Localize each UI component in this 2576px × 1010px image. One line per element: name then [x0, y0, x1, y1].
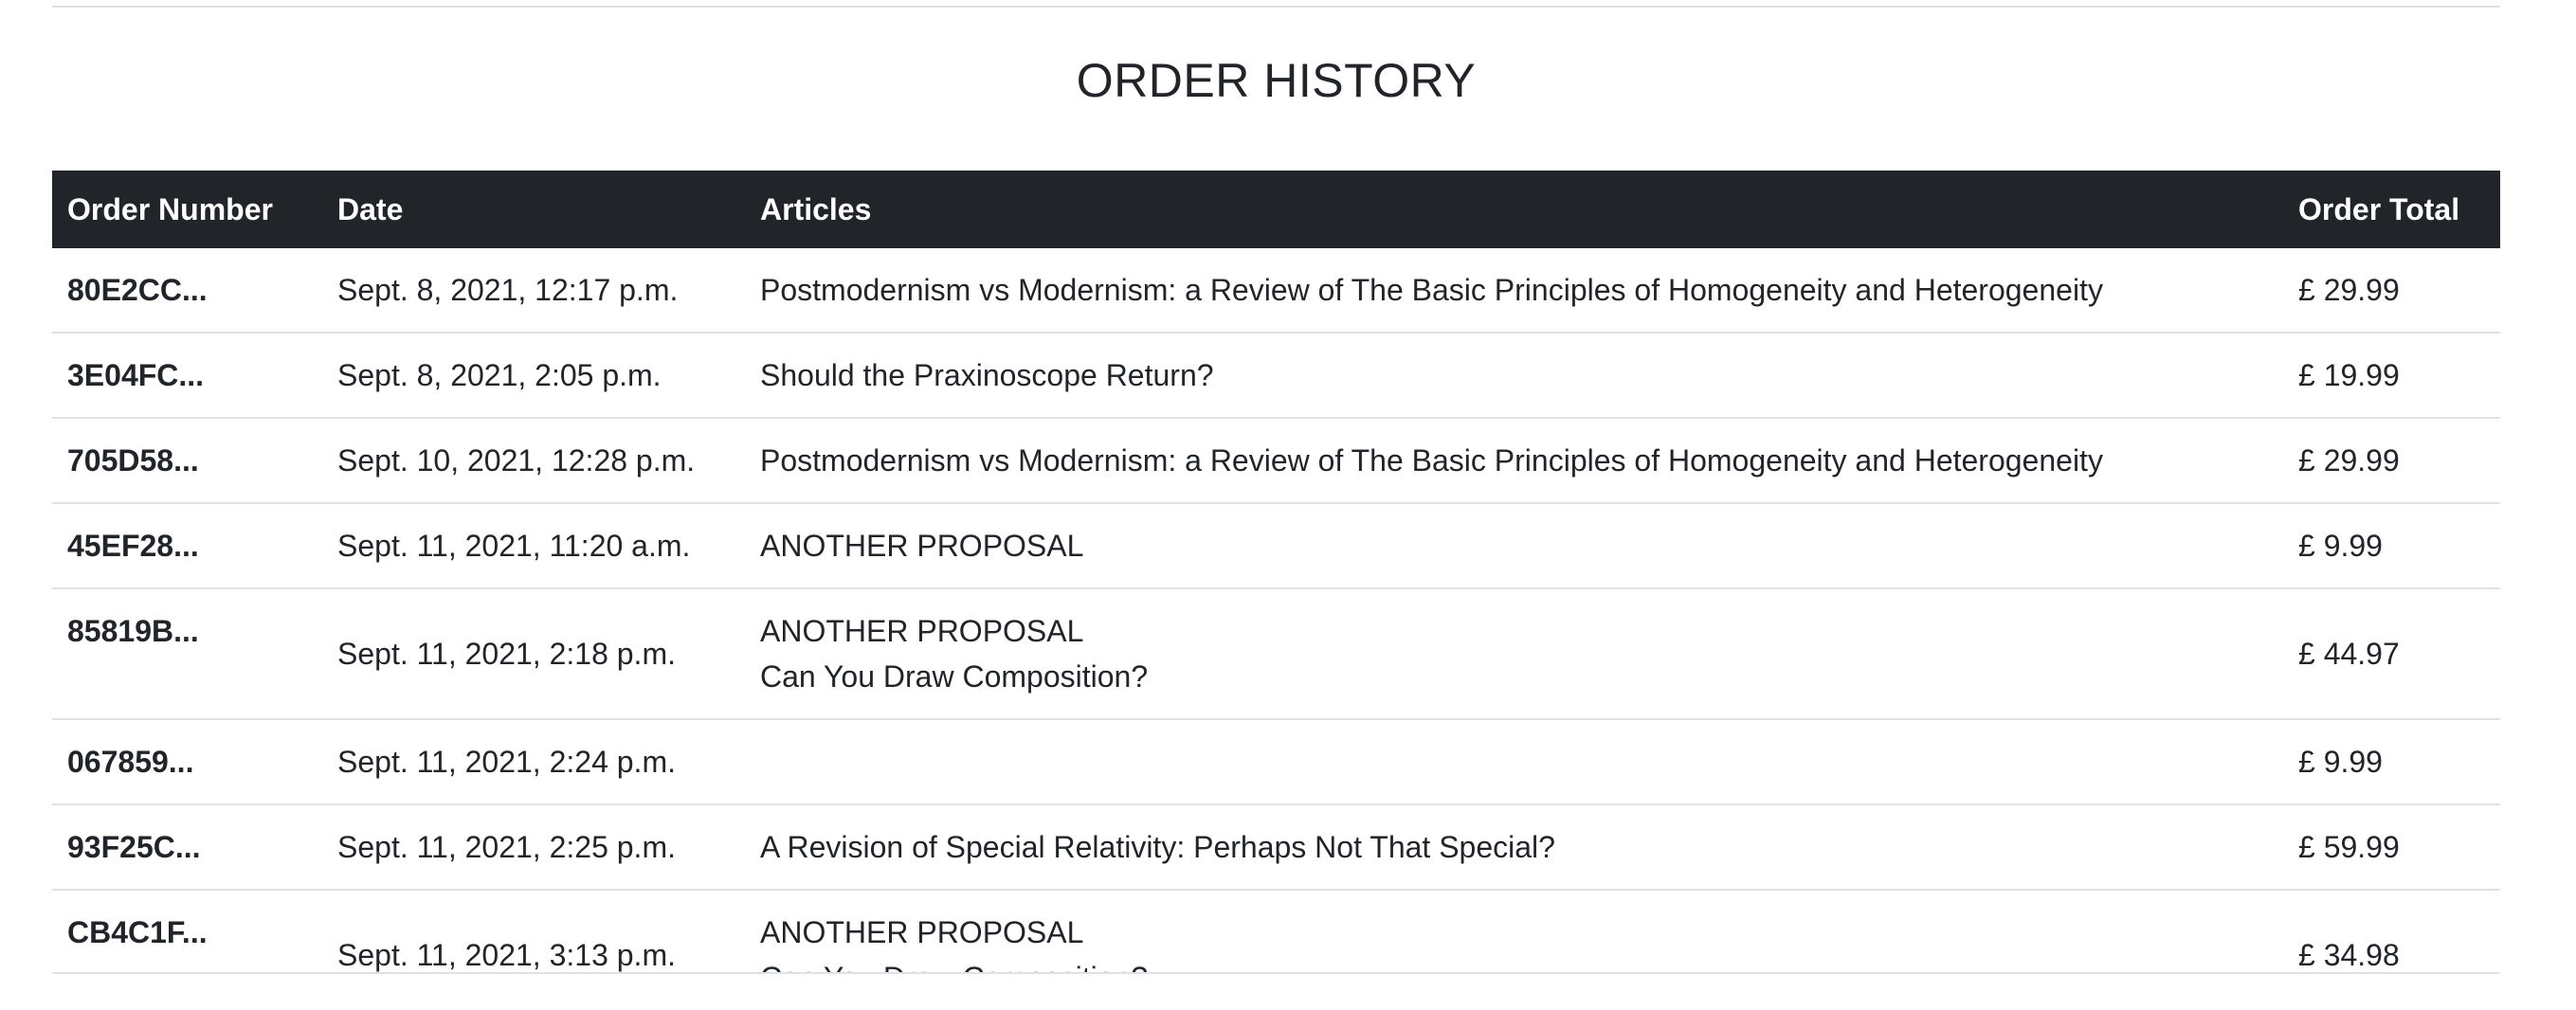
article-title: Postmodernism vs Modernism: a Review of … [760, 443, 2103, 478]
table-row: 45EF28... Sept. 11, 2021, 11:20 a.m. ANOTH… [52, 503, 2500, 589]
order-articles: Should the Praxinoscope Return? [745, 333, 2283, 419]
order-total: £ 44.97 [2283, 588, 2500, 720]
table-row: 93F25C... Sept. 11, 2021, 2:25 p.m. A Revi… [52, 804, 2500, 891]
order-date: Sept. 11, 2021, 11:20 a.m. [322, 503, 745, 589]
order-history-table: Order Number Date Articles Order Total 8… [52, 171, 2500, 972]
table-header-row: Order Number Date Articles Order Total [52, 171, 2500, 248]
article-title: Can You Draw Composition? [760, 659, 1149, 694]
header-order-number: Order Number [52, 171, 322, 248]
header-date: Date [322, 171, 745, 248]
order-total: £ 34.98 [2283, 890, 2500, 972]
order-date: Sept. 8, 2021, 2:05 p.m. [322, 333, 745, 419]
order-total: £ 29.99 [2283, 248, 2500, 334]
order-history-table-container[interactable]: Order Number Date Articles Order Total 8… [52, 171, 2500, 974]
order-number-link[interactable]: 85819B... [52, 588, 322, 720]
order-number-link[interactable]: 45EF28... [52, 503, 322, 589]
article-title: ANOTHER PROPOSAL [760, 915, 1084, 949]
order-date: Sept. 10, 2021, 12:28 p.m. [322, 418, 745, 504]
order-date: Sept. 11, 2021, 3:13 p.m. [322, 890, 745, 972]
article-title: Can You Draw Composition? [760, 955, 2268, 972]
order-articles [745, 719, 2283, 805]
table-row: 85819B... Sept. 11, 2021, 2:18 p.m. ANOTHE… [52, 588, 2500, 720]
order-date: Sept. 11, 2021, 2:24 p.m. [322, 719, 745, 805]
article-title: ANOTHER PROPOSAL [760, 614, 1084, 648]
top-divider [52, 6, 2500, 8]
order-number-link[interactable]: 93F25C... [52, 804, 322, 891]
article-title: ANOTHER PROPOSAL [760, 529, 1084, 563]
order-articles: ANOTHER PROPOSAL [745, 503, 2283, 589]
order-rows: 80E2CC... Sept. 8, 2021, 12:17 p.m. Postmo… [52, 248, 2500, 972]
table-row: 705D58... Sept. 10, 2021, 12:28 p.m. Postm… [52, 418, 2500, 504]
order-date: Sept. 11, 2021, 2:25 p.m. [322, 804, 745, 891]
header-articles: Articles [745, 171, 2283, 248]
order-articles: ANOTHER PROPOSAL Can You Draw Composition… [745, 588, 2283, 720]
table-row: 067859... Sept. 11, 2021, 2:24 p.m. £ 9.99 [52, 719, 2500, 805]
order-number-link[interactable]: 067859... [52, 719, 322, 805]
order-total: £ 59.99 [2283, 804, 2500, 891]
page-title: ORDER HISTORY [1076, 54, 1477, 107]
order-articles: ANOTHER PROPOSAL Can You Draw Composition… [745, 890, 2283, 972]
order-total: £ 29.99 [2283, 418, 2500, 504]
order-number-link[interactable]: 80E2CC... [52, 248, 322, 334]
order-articles: A Revision of Special Relativity: Perhap… [745, 804, 2283, 891]
table-row: CB4C1F... Sept. 11, 2021, 3:13 p.m. ANOTHE… [52, 890, 2500, 972]
article-title: Postmodernism vs Modernism: a Review of … [760, 273, 2103, 307]
header-order-total: Order Total [2283, 171, 2500, 248]
order-total: £ 19.99 [2283, 333, 2500, 419]
order-date: Sept. 11, 2021, 2:18 p.m. [322, 588, 745, 720]
order-number-link[interactable]: 705D58... [52, 418, 322, 504]
order-date: Sept. 8, 2021, 12:17 p.m. [322, 248, 745, 334]
order-articles: Postmodernism vs Modernism: a Review of … [745, 248, 2283, 334]
article-title: Should the Praxinoscope Return? [760, 358, 1214, 392]
order-total: £ 9.99 [2283, 719, 2500, 805]
order-number-link[interactable]: 3E04FC... [52, 333, 322, 419]
table-row: 3E04FC... Sept. 8, 2021, 2:05 p.m. Should … [52, 333, 2500, 419]
order-total: £ 9.99 [2283, 503, 2500, 589]
table-row: 80E2CC... Sept. 8, 2021, 12:17 p.m. Postmo… [52, 248, 2500, 334]
article-title: A Revision of Special Relativity: Perhap… [760, 830, 1555, 864]
order-number-link[interactable]: CB4C1F... [52, 890, 322, 972]
order-articles: Postmodernism vs Modernism: a Review of … [745, 418, 2283, 504]
